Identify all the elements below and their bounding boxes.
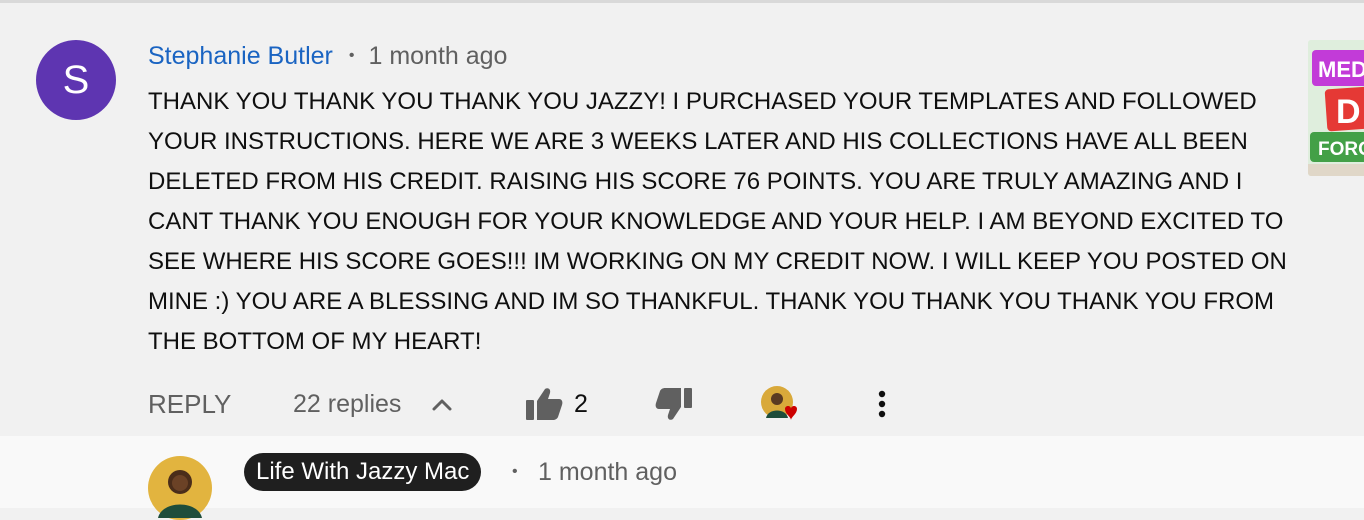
thumbs-down-icon[interactable] [654, 386, 694, 422]
thumbnail-text-1: MED [1318, 57, 1364, 82]
avatar[interactable]: S [36, 40, 116, 120]
thumbs-up-icon[interactable] [524, 386, 564, 422]
like-count: 2 [574, 390, 588, 418]
comment-actions: REPLY 22 replies 2 [0, 382, 1364, 426]
thumbnail-art: MED D FORC [1308, 40, 1364, 176]
reply-time[interactable]: 1 month ago [538, 453, 677, 491]
more-vert-icon[interactable] [868, 386, 896, 422]
video-thumbnail[interactable]: MED D FORC [1308, 40, 1364, 176]
comment-text: THANK YOU THANK YOU THANK YOU JAZZY! I P… [148, 88, 1287, 355]
avatar[interactable] [148, 456, 212, 520]
separator-dot: • [512, 463, 518, 480]
comment-time[interactable]: 1 month ago [368, 42, 507, 71]
reply-button[interactable]: REPLY [148, 382, 231, 426]
thumbnail-text-3: FORC [1318, 139, 1364, 160]
reply-author[interactable]: Life With Jazzy Mac [244, 453, 482, 491]
reply-thread: Life With Jazzy Mac • 1 month ago [0, 436, 1364, 520]
creator-heart-icon [761, 386, 797, 420]
comment-header: Stephanie Butler • 1 month ago [148, 40, 507, 72]
chevron-up-icon[interactable] [428, 392, 456, 416]
view-replies-button[interactable]: 22 replies [293, 382, 401, 426]
separator-dot: • [348, 47, 355, 64]
comment-author[interactable]: Stephanie Butler [148, 42, 333, 71]
thumbnail-text-2: D [1336, 93, 1361, 131]
divider [0, 0, 1364, 3]
